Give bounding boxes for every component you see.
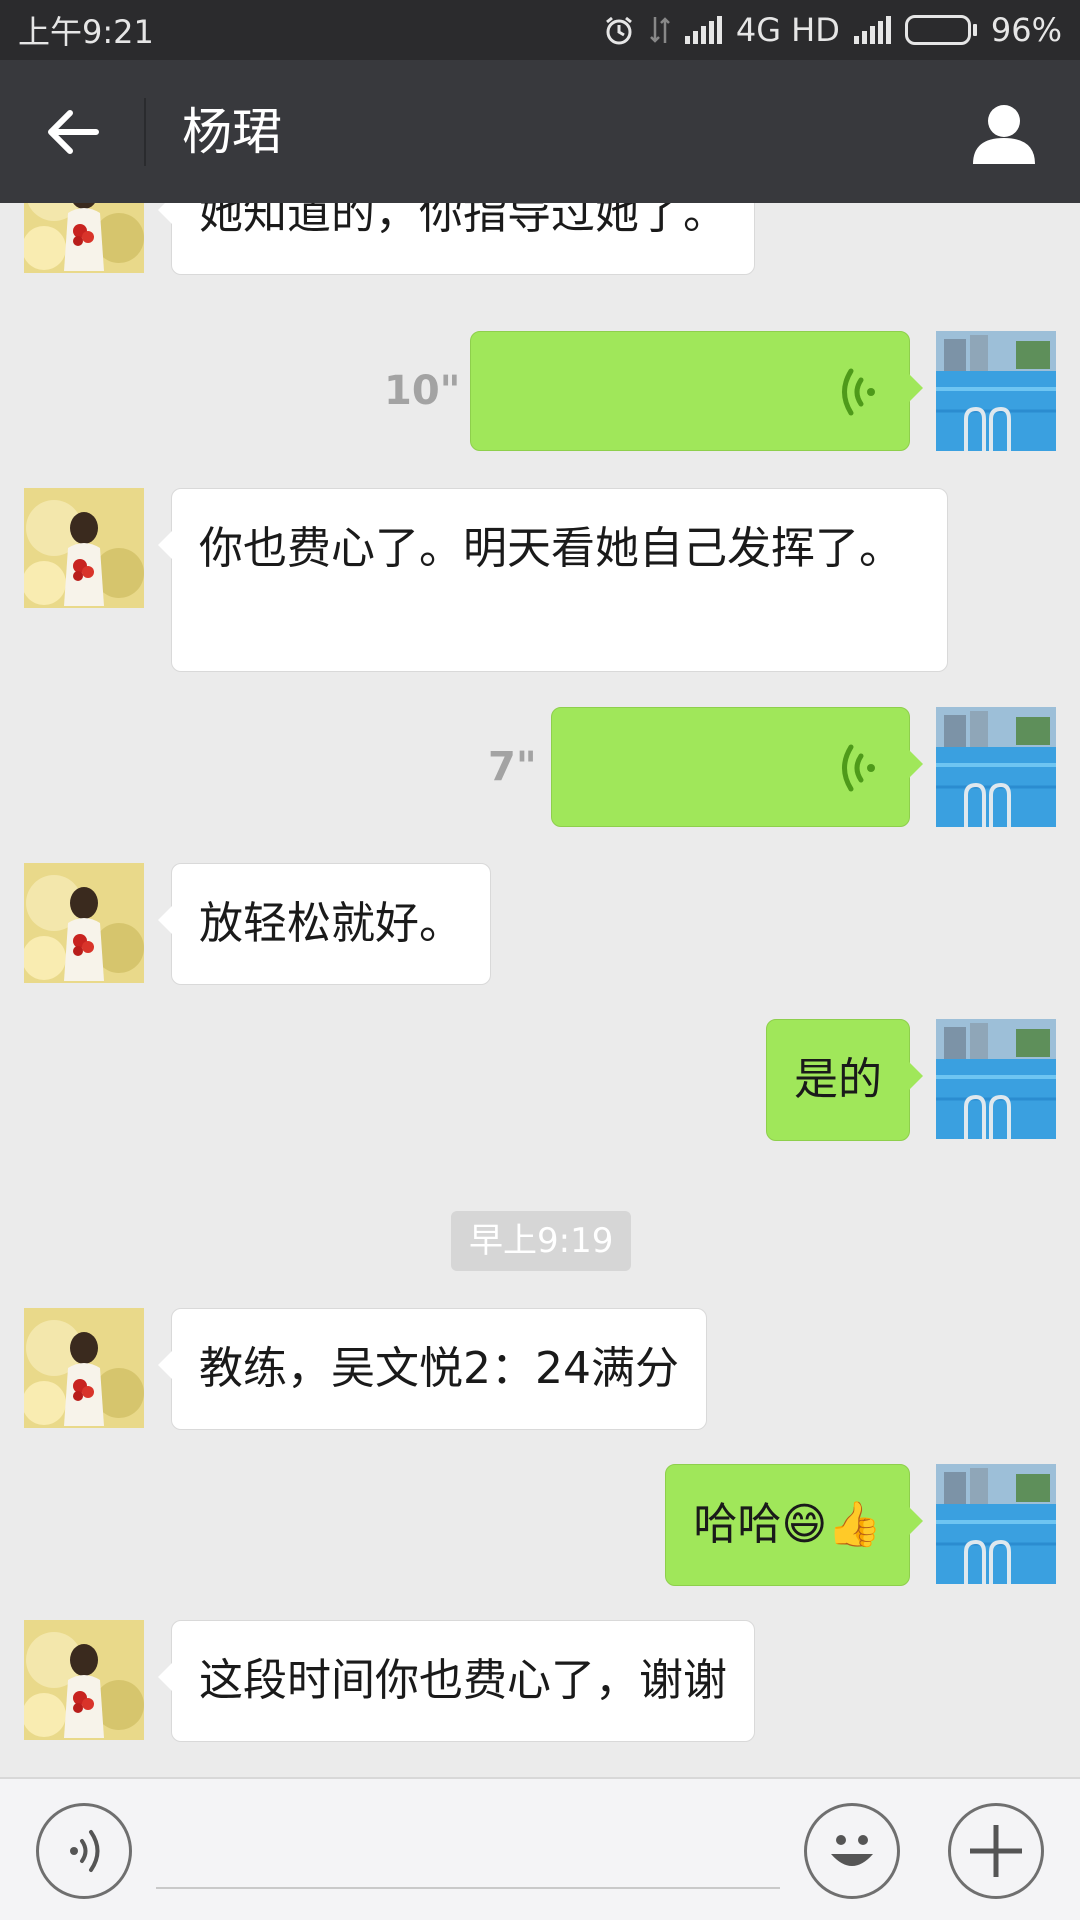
message-list[interactable]: 她知道的，你指导过她了。 10" 你也费心了。明天看她自己发挥了。 7" 放轻松… <box>0 203 1080 1777</box>
alarm-icon <box>605 16 632 45</box>
plus-icon <box>970 1825 1022 1877</box>
voice-wave-icon <box>842 744 875 792</box>
profile-button[interactable] <box>964 98 1044 168</box>
contact-avatar[interactable] <box>24 488 144 608</box>
outgoing-message[interactable]: 是的 <box>766 1019 923 1141</box>
message-text: 是的 <box>794 1054 882 1105</box>
message-input[interactable] <box>156 1819 780 1889</box>
my-avatar[interactable] <box>936 1464 1056 1584</box>
chat-screen: 上午9:21 4G HD 96% 杨珺 她知道的，你指导过她了。 10" 你也费… <box>0 0 1080 1920</box>
voice-duration: 7" <box>488 744 537 790</box>
message-text: 哈哈😄👍 <box>693 1499 882 1550</box>
voice-duration: 10" <box>384 368 461 414</box>
outgoing-voice-message[interactable] <box>470 331 923 451</box>
message-text: 你也费心了。明天看她自己发挥了。 <box>199 523 903 574</box>
my-avatar[interactable] <box>936 331 1056 451</box>
status-icons: 4G HD 96% <box>603 11 1062 49</box>
emoji-button[interactable] <box>804 1803 900 1899</box>
outgoing-message[interactable]: 哈哈😄👍 <box>665 1464 923 1586</box>
message-text: 放轻松就好。 <box>199 898 463 949</box>
status-bar: 上午9:21 4G HD 96% <box>0 0 1080 60</box>
voice-input-button[interactable] <box>36 1803 132 1899</box>
signal-icon-2 <box>853 16 891 44</box>
incoming-message[interactable]: 你也费心了。明天看她自己发挥了。 <box>158 488 948 672</box>
incoming-message[interactable]: 放轻松就好。 <box>158 863 491 985</box>
back-button[interactable] <box>36 100 108 164</box>
incoming-message[interactable]: 这段时间你也费心了，谢谢 <box>158 1620 755 1742</box>
smiley-icon <box>831 1835 873 1866</box>
person-icon <box>973 105 1035 164</box>
chat-title: 杨珺 <box>182 103 282 161</box>
more-button[interactable] <box>948 1803 1044 1899</box>
my-avatar[interactable] <box>936 1019 1056 1139</box>
network-label: 4G HD <box>735 11 840 49</box>
contact-avatar[interactable] <box>24 203 144 273</box>
contact-avatar[interactable] <box>24 1308 144 1428</box>
outgoing-voice-message[interactable] <box>551 707 923 827</box>
header-divider <box>144 98 146 166</box>
status-time: 上午9:21 <box>18 13 154 51</box>
voice-input-icon <box>70 1830 100 1872</box>
incoming-message[interactable]: 她知道的，你指导过她了。 <box>158 203 755 275</box>
contact-avatar[interactable] <box>24 863 144 983</box>
voice-wave-icon <box>842 368 875 416</box>
my-avatar[interactable] <box>936 707 1056 827</box>
data-transfer-icon <box>649 17 670 43</box>
signal-icon <box>684 16 722 44</box>
message-text: 这段时间你也费心了，谢谢 <box>199 1655 727 1706</box>
contact-avatar[interactable] <box>24 1620 144 1740</box>
incoming-message[interactable]: 教练，吴文悦2：24满分 <box>158 1308 707 1430</box>
message-text: 教练，吴文悦2：24满分 <box>199 1343 679 1394</box>
chat-header: 杨珺 <box>0 60 1080 203</box>
input-bar <box>0 1777 1080 1920</box>
message-text: 她知道的，你指导过她了。 <box>199 203 727 239</box>
arrow-left-icon <box>48 110 99 154</box>
time-separator: 早上9:19 <box>451 1211 632 1271</box>
battery-icon <box>904 15 977 45</box>
battery-percent: 96% <box>990 11 1062 49</box>
